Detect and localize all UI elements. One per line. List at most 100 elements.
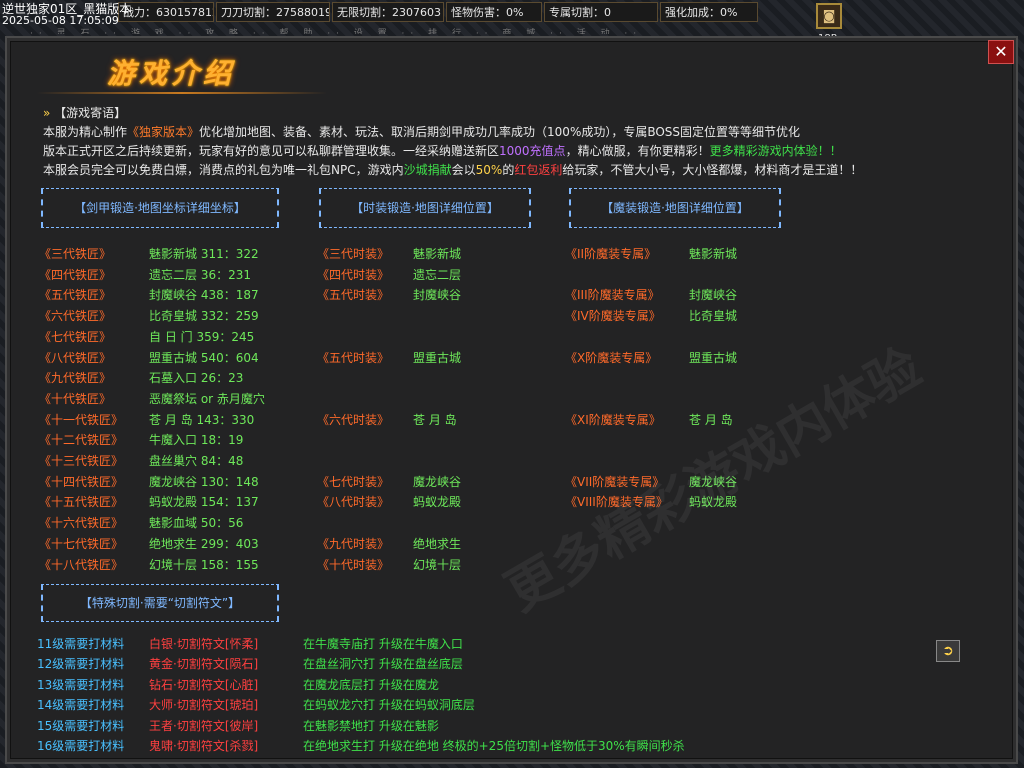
list-item: 《五代铁匠》 封魔峡谷 438：187	[39, 285, 259, 305]
list-item: 《五代时装》 封魔峡谷	[317, 285, 461, 305]
list-item: 《七代时装》 魔龙峡谷	[317, 472, 461, 492]
intro-l2c: ，精心做服，有你更精彩！	[565, 144, 710, 158]
cut-c: 在牛魔寺庙打 升级在牛魔入口	[303, 637, 463, 651]
cut-b: 王者·切割符文[彼岸]	[149, 719, 259, 733]
item-location: 封魔峡谷	[413, 288, 462, 302]
intro-l2a: 版本正式开区之后持续更新，玩家有好的意见可以私聊群管理收集。一经采纳赠送新区	[43, 144, 500, 158]
list-item: 《XI阶魔装专属》苍 月 岛	[565, 410, 733, 430]
list-item: 《六代时装》 苍 月 岛	[317, 410, 457, 430]
item-location: 石墓入口 26：23	[149, 371, 244, 385]
list-item: 《十代铁匠》 恶魔祭坛 or 赤月魔穴	[39, 389, 265, 409]
list-item: 《三代铁匠》 魅影新城 311：322	[39, 244, 259, 264]
item-label: 《IV阶魔装专属》	[565, 309, 661, 323]
power-stat: 战力：630157812	[118, 2, 214, 22]
list-item: 《九代时装》 绝地求生	[317, 534, 461, 554]
cut-a: 11级需要打材料	[37, 637, 125, 651]
item-label: 《III阶魔装专属》	[565, 288, 660, 302]
item-label: 《II阶魔装专属》	[565, 247, 657, 261]
portrait-icon[interactable]: ◙	[816, 3, 842, 29]
list-item: 《八代时装》 蚂蚁龙殿	[317, 492, 461, 512]
item-location: 绝地求生 299：403	[149, 537, 259, 551]
item-location: 比奇皇城 332：259	[149, 309, 259, 323]
item-location: 盟重古城	[689, 351, 738, 365]
item-location: 幻境十层	[413, 558, 462, 572]
hud-menu-strip: ·· 灵 石 ·· 游 戏 ·· 攻 略 ·· 帮 助 ·· 设 置 ·· 排 …	[30, 29, 643, 34]
item-location: 魔龙峡谷	[413, 475, 462, 489]
intro-l3f: 红包返利	[514, 163, 563, 177]
hud-status-bar: 战力：630157812 刀刀切割：275880191 无限切割：2307603…	[0, 0, 1024, 27]
intro-l3d: 50%	[475, 163, 503, 177]
cut-stat: 刀刀切割：275880191	[216, 2, 330, 22]
intro-l1c: 优化增加地图、装备、素材、玩法、取消后期剑甲成功几率成功（100%成功），专属B…	[199, 125, 801, 139]
list-item: 《十五代铁匠》 蚂蚁龙殿 154：137	[39, 492, 259, 512]
item-label: 《十一代铁匠》	[39, 413, 124, 427]
item-location: 遗忘二层 36：231	[149, 268, 251, 282]
item-label: 《三代铁匠》	[39, 247, 112, 261]
intro-head: 【游戏寄语】	[54, 106, 127, 120]
cut-c: 在魅影禁地打 升级在魅影	[303, 719, 439, 733]
item-label: 《十四代铁匠》	[39, 475, 124, 489]
item-label: 《六代时装》	[317, 413, 390, 427]
item-location: 魔龙峡谷 130：148	[149, 475, 259, 489]
game-intro-panel: ✕ 游戏介绍 » 【游戏寄语】 本服为精心制作《独家版本》优化增加地图、装备、素…	[5, 36, 1018, 764]
exclusive-cut-stat: 专属切割：0	[544, 2, 658, 22]
panel-title: 游戏介绍	[107, 57, 236, 90]
list-item: 《十六代铁匠》 魅影血域 50：56	[39, 513, 243, 533]
item-label: 《十五代铁匠》	[39, 495, 124, 509]
item-location: 牛魔入口 18：19	[149, 433, 244, 447]
cut-c: 在魔龙底层打 升级在魔龙	[303, 678, 439, 692]
list-item: 《X阶魔装专属》 盟重古城	[565, 348, 737, 368]
list-item: 《七代铁匠》 自 日 门 359：245	[39, 327, 254, 347]
cut-c: 在蚂蚁龙穴打 升级在蚂蚁洞底层	[303, 698, 475, 712]
item-location: 恶魔祭坛 or 赤月魔穴	[149, 392, 265, 406]
intro-text: » 【游戏寄语】 本服为精心制作《独家版本》优化增加地图、装备、素材、玩法、取消…	[43, 104, 1003, 180]
list-item: 《十一代铁匠》 苍 月 岛 143：330	[39, 410, 254, 430]
item-label: 《XI阶魔装专属》	[565, 413, 661, 427]
item-label: 《十七代铁匠》	[39, 537, 124, 551]
list-item: 《十七代铁匠》 绝地求生 299：403	[39, 534, 259, 554]
list-item: 《十三代铁匠》 盘丝巢穴 84：48	[39, 451, 243, 471]
enhance-bonus-stat: 强化加成：0%	[660, 2, 758, 22]
list-item: 《四代铁匠》 遗忘二层 36：231	[39, 265, 251, 285]
item-location: 魅影新城	[689, 247, 738, 261]
item-location: 幻境十层 158：155	[149, 558, 259, 572]
list-item: 《十四代铁匠》 魔龙峡谷 130：148	[39, 472, 259, 492]
item-label: 《七代铁匠》	[39, 330, 112, 344]
item-label: 《十代时装》	[317, 558, 390, 572]
section-demon-header: 【魔装锻造·地图详细位置】	[569, 188, 781, 228]
item-label: 《五代时装》	[317, 288, 390, 302]
item-location: 盟重古城	[413, 351, 462, 365]
list-item: 《II阶魔装专属》 魅影新城	[565, 244, 737, 264]
cut-c: 在盘丝洞穴打 升级在盘丝底层	[303, 657, 463, 671]
list-item: 《十二代铁匠》 牛魔入口 18：19	[39, 430, 243, 450]
cut-b: 大师·切割符文[琥珀]	[149, 698, 259, 712]
item-location: 魅影新城 311：322	[149, 247, 259, 261]
intro-l1b: 《独家版本》	[127, 125, 200, 139]
section-armor-header: 【剑甲锻造·地图坐标详细坐标】	[41, 188, 279, 228]
list-item: 《五代时装》 盟重古城	[317, 348, 461, 368]
item-label: 《九代时装》	[317, 537, 390, 551]
list-item: 《三代时装》 魅影新城	[317, 244, 461, 264]
watermark: 更多精彩游戏内体验	[496, 337, 932, 624]
item-location: 绝地求生	[413, 537, 462, 551]
next-page-icon[interactable]: ➲	[936, 640, 960, 662]
cut-a: 14级需要打材料	[37, 698, 125, 712]
intro-head-prefix: »	[43, 106, 51, 120]
item-label: 《十三代铁匠》	[39, 454, 124, 468]
cut-b: 黄金·切割符文[陨石]	[149, 657, 259, 671]
cut-c: 在绝地求生打 升级在绝地 终极的+25倍切割+怪物低于30%有瞬间秒杀	[303, 739, 685, 753]
item-location: 封魔峡谷	[689, 288, 738, 302]
item-label: 《四代时装》	[317, 268, 390, 282]
close-icon[interactable]: ✕	[988, 40, 1014, 64]
item-label: 《八代时装》	[317, 495, 390, 509]
intro-l1a: 本服为精心制作	[43, 125, 128, 139]
intro-l3c: 会以	[451, 163, 476, 177]
list-item: 《四代时装》 遗忘二层	[317, 265, 461, 285]
item-label: 《X阶魔装专属》	[565, 351, 658, 365]
title-divider	[37, 92, 327, 94]
section-fashion-header: 【时装锻造·地图详细位置】	[319, 188, 531, 228]
intro-l2b: 1000充值点	[499, 144, 566, 158]
cut-a: 15级需要打材料	[37, 719, 125, 733]
item-label: 《七代时装》	[317, 475, 390, 489]
item-location: 遗忘二层	[413, 268, 462, 282]
